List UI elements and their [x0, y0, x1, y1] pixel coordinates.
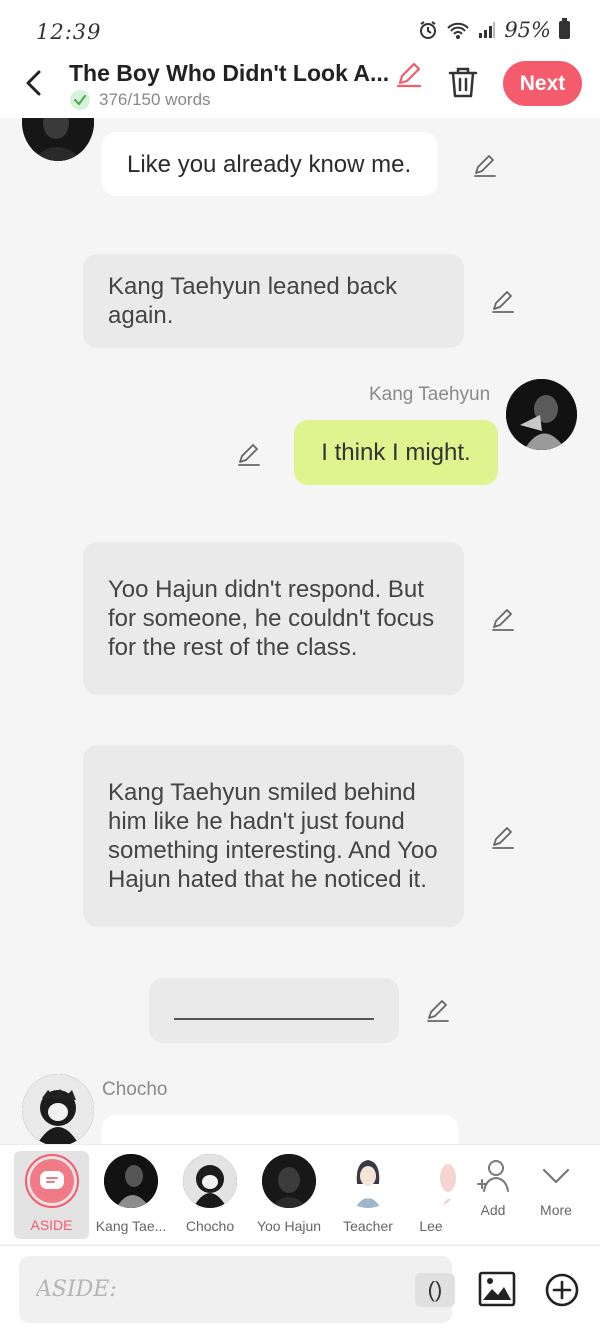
word-count: 376/150 words — [99, 90, 211, 109]
signal-icon — [479, 22, 496, 38]
character-yoo-hajun[interactable]: Yoo Hajun — [249, 1145, 329, 1245]
add-person-icon — [477, 1160, 509, 1192]
edit-icon[interactable] — [472, 152, 498, 178]
speaker-name: Kang Taehyun — [369, 384, 491, 405]
check-icon — [70, 90, 90, 110]
avatar — [404, 1154, 458, 1208]
back-button[interactable] — [18, 66, 52, 100]
narration-bubble[interactable]: Kang Taehyun smiled behind him like he h… — [83, 745, 464, 927]
character-label: More — [540, 1202, 572, 1218]
image-icon[interactable] — [478, 1270, 516, 1308]
narration-text: Kang Taehyun smiled behind him like he h… — [108, 779, 438, 893]
avatar — [183, 1154, 237, 1208]
speaker-name: Chocho — [102, 1079, 168, 1100]
avatar — [104, 1154, 158, 1208]
self-message-bubble[interactable]: I think I might. — [294, 420, 498, 485]
delete-button[interactable] — [447, 65, 479, 99]
divider-bubble[interactable] — [149, 978, 399, 1043]
story-title[interactable]: The Boy Who Didn't Look A... — [69, 60, 389, 87]
narration-bubble[interactable]: Yoo Hajun didn't respond. But for someon… — [83, 542, 464, 695]
input-bar: () — [0, 1245, 600, 1333]
message-text: I think I might. — [321, 439, 471, 466]
next-button[interactable]: Next — [503, 61, 582, 106]
edit-icon[interactable] — [490, 606, 516, 632]
avatar[interactable] — [22, 118, 94, 161]
character-label: Chocho — [185, 1218, 235, 1234]
wifi-icon — [447, 22, 470, 39]
message-bubble[interactable] — [102, 1115, 458, 1144]
alarm-icon — [420, 21, 437, 39]
avatar — [262, 1154, 316, 1208]
character-aside[interactable]: ASIDE — [14, 1151, 89, 1239]
narration-bubble[interactable]: Kang Taehyun leaned back again. — [83, 254, 464, 348]
character-selector: ASIDE Kang Tae... Chocho Yoo Hajun Teach… — [0, 1144, 600, 1244]
message-text: Like you already know me. — [127, 150, 412, 178]
status-icons: 95% — [418, 18, 570, 42]
status-bar: 12:39 95% — [0, 0, 600, 60]
character-label: Add — [480, 1202, 506, 1218]
narration-text: Kang Taehyun leaned back again. — [108, 273, 398, 329]
avatar — [341, 1154, 395, 1208]
character-label: ASIDE — [30, 1217, 73, 1233]
edit-icon[interactable] — [490, 288, 516, 314]
input-box: () — [19, 1256, 455, 1323]
message-bubble[interactable]: Like you already know me. — [102, 132, 438, 196]
avatar[interactable] — [506, 379, 577, 450]
character-chocho[interactable]: Chocho — [170, 1145, 250, 1245]
character-label: Lee — [419, 1218, 443, 1234]
word-count-row: 376/150 words — [70, 90, 211, 110]
avatar[interactable] — [22, 1074, 94, 1144]
character-label: Yoo Hajun — [256, 1218, 322, 1234]
chat-bubble-icon — [39, 1171, 64, 1189]
parenthesis-button[interactable]: () — [415, 1273, 455, 1307]
status-time: 12:39 — [36, 20, 102, 44]
chat-area[interactable]: Like you already know me. Kang Taehyun l… — [0, 118, 600, 1144]
add-content-icon[interactable] — [544, 1272, 580, 1308]
chevron-down-icon — [542, 1168, 570, 1184]
edit-title-icon[interactable] — [395, 60, 423, 88]
character-label: Teacher — [343, 1218, 393, 1234]
editor-header: The Boy Who Didn't Look A... 376/150 wor… — [0, 60, 600, 118]
divider-line — [174, 1018, 374, 1020]
character-kang-taehyun[interactable]: Kang Tae... — [91, 1145, 171, 1245]
edit-icon[interactable] — [490, 824, 516, 850]
message-input[interactable] — [19, 1256, 389, 1323]
character-label: Kang Tae... — [95, 1218, 167, 1234]
aside-avatar — [24, 1154, 79, 1208]
battery-icon — [559, 18, 570, 39]
more-characters-button[interactable]: More — [516, 1145, 596, 1245]
battery-percentage: 95% — [504, 18, 551, 42]
narration-text: Yoo Hajun didn't respond. But for someon… — [108, 576, 435, 661]
edit-icon[interactable] — [425, 997, 451, 1023]
edit-icon[interactable] — [236, 441, 262, 467]
